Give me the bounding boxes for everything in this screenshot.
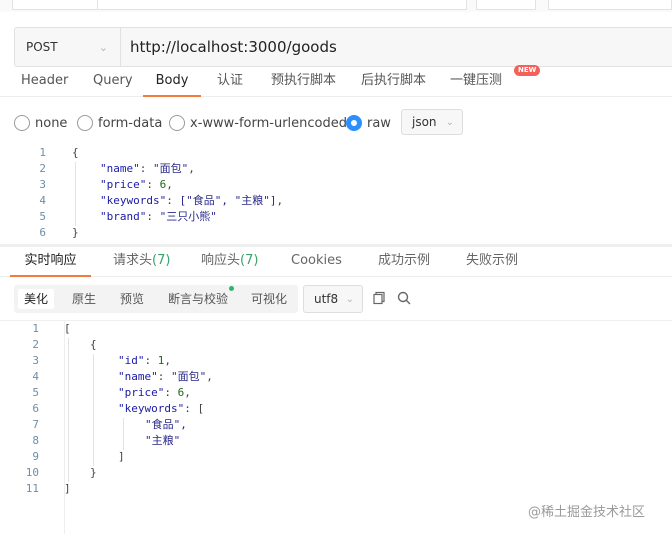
code-line: [: [64, 322, 71, 335]
view-visualize[interactable]: 可视化: [245, 289, 293, 309]
chevron-down-icon: ⌄: [445, 116, 454, 128]
code-line: "price": 6,: [118, 386, 191, 399]
line-number: 1: [39, 146, 46, 159]
chevron-down-icon: ⌄: [345, 293, 354, 305]
tab-request-headers[interactable]: 请求头(7): [113, 247, 170, 277]
line-number: 10: [25, 466, 39, 479]
encoding-select[interactable]: utf8 ⌄: [303, 285, 363, 313]
code-line: ]: [118, 450, 125, 463]
view-pretty[interactable]: 美化: [18, 289, 55, 309]
line-number: 2: [32, 338, 39, 351]
tab-body[interactable]: Body: [143, 67, 201, 97]
tab-failure-example[interactable]: 失败示例: [466, 247, 518, 277]
tab-cookies[interactable]: Cookies: [291, 247, 342, 277]
watermark: @稀土掘金技术社区: [528, 505, 646, 520]
chevron-down-icon: ⌄: [98, 40, 108, 54]
line-number: 6: [39, 226, 46, 239]
status-dot: [229, 286, 234, 291]
radio-raw-label: raw: [367, 116, 391, 131]
response-separator: [0, 320, 672, 321]
code-line: "price": 6,: [100, 178, 173, 191]
tab-header[interactable]: Header: [21, 67, 68, 97]
code-line: }: [90, 466, 97, 479]
top-cropped-row: [0, 0, 672, 12]
view-raw[interactable]: 原生: [66, 289, 102, 309]
radio-raw[interactable]: [346, 115, 362, 131]
tab-auth[interactable]: 认证: [217, 67, 243, 97]
code-line: }: [72, 226, 79, 239]
new-badge: NEW: [514, 65, 541, 76]
line-number: 9: [32, 450, 39, 463]
code-line: {: [72, 146, 79, 159]
encoding-label: utf8: [314, 292, 339, 306]
view-assertions[interactable]: 断言与校验: [162, 289, 234, 309]
tab-post-script[interactable]: 后执行脚本: [361, 67, 426, 97]
view-mode-group: 美化 原生 预览 断言与校验 可视化: [14, 285, 298, 313]
url-bar: POST ⌄ http://localhost:3000/goods: [14, 27, 672, 67]
tab-pre-script[interactable]: 预执行脚本: [271, 67, 336, 97]
body-format-select[interactable]: json ⌄: [401, 109, 463, 135]
method-select[interactable]: POST ⌄: [15, 28, 121, 66]
code-line: "主粮": [145, 434, 181, 447]
line-number: 2: [39, 162, 46, 175]
radio-form-data-label: form-data: [98, 116, 163, 131]
view-preview[interactable]: 预览: [114, 289, 150, 309]
code-line: "brand": "三只小熊": [100, 210, 217, 223]
line-number: 3: [32, 354, 39, 367]
code-line: "keywords": ["食品", "主粮"],: [100, 194, 284, 207]
line-number: 1: [32, 322, 39, 335]
line-number: 11: [25, 482, 39, 495]
code-line: {: [90, 338, 97, 351]
radio-urlencoded-label: x-www-form-urlencoded: [190, 116, 348, 131]
line-number: 4: [32, 370, 39, 383]
code-line: ]: [64, 482, 71, 495]
line-number: 5: [39, 210, 46, 223]
tab-stress-test[interactable]: 一键压测: [450, 67, 502, 97]
radio-form-data[interactable]: [77, 115, 93, 131]
search-icon[interactable]: [396, 290, 412, 306]
request-tabs: Header Query Body 认证 预执行脚本 后执行脚本 一键压测: [0, 67, 672, 97]
radio-none-label: none: [35, 116, 68, 131]
code-line: "食品",: [145, 418, 187, 431]
line-number: 6: [32, 402, 39, 415]
copy-icon[interactable]: [371, 290, 387, 306]
body-mode-group: none form-data x-www-form-urlencoded raw: [0, 108, 672, 138]
tab-response-headers[interactable]: 响应头(7): [201, 247, 258, 277]
radio-urlencoded[interactable]: [169, 115, 185, 131]
radio-none[interactable]: [14, 115, 30, 131]
line-number: 4: [39, 194, 46, 207]
line-number: 3: [39, 178, 46, 191]
line-number: 7: [32, 418, 39, 431]
tab-query[interactable]: Query: [93, 67, 133, 97]
gutter-divider: [64, 321, 65, 534]
body-format-label: json: [412, 115, 437, 129]
method-label: POST: [26, 40, 58, 54]
code-line: "id": 1,: [118, 354, 171, 367]
tab-success-example[interactable]: 成功示例: [378, 247, 430, 277]
response-tabs: 实时响应 请求头(7) 响应头(7) Cookies 成功示例 失败示例: [0, 247, 672, 277]
line-number: 8: [32, 434, 39, 447]
code-line: "name": "面包",: [100, 162, 195, 175]
url-input[interactable]: http://localhost:3000/goods: [121, 38, 337, 56]
line-number: 5: [32, 386, 39, 399]
code-line: "name": "面包",: [118, 370, 213, 383]
code-line: "keywords": [: [118, 402, 205, 415]
tab-live-response[interactable]: 实时响应: [10, 247, 91, 277]
